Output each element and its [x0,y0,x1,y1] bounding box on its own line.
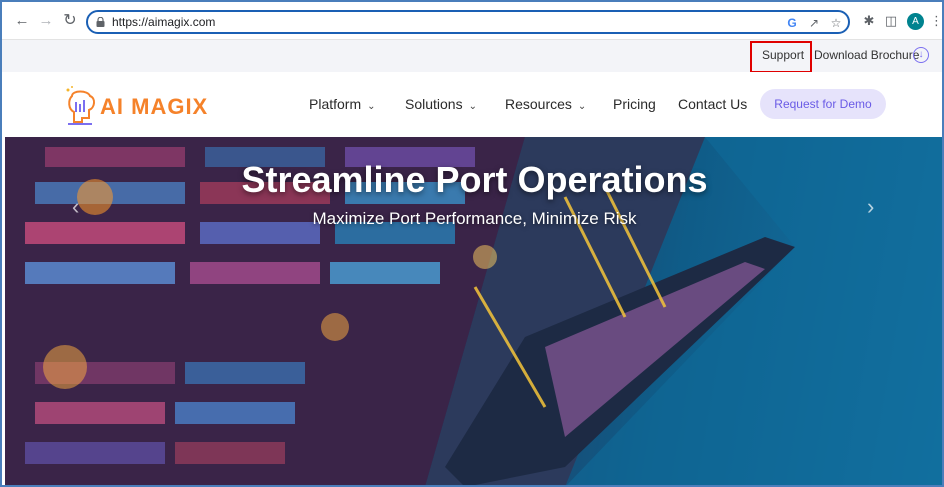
nav-label: Platform [309,96,362,112]
nav-contact-us[interactable]: Contact Us [678,96,747,112]
profile-avatar[interactable]: A [907,13,924,30]
address-bar[interactable]: https://aimagix.com G ↗ ☆ [86,10,850,34]
support-link[interactable]: Support [762,48,804,62]
carousel-prev-icon[interactable]: ‹ [72,194,79,220]
logo-text[interactable]: AI MAGIX [100,94,208,120]
brain-logo-icon[interactable] [62,84,98,126]
back-arrow-icon[interactable]: ← [12,11,32,31]
share-icon[interactable]: ↗ [806,15,822,31]
download-icon[interactable]: ↓ [913,47,929,63]
hero-title: Streamline Port Operations [241,159,708,200]
nav-platform[interactable]: Platform ⌄ [309,96,376,112]
nav-label: Pricing [613,96,656,112]
menu-icon[interactable]: ⋮ [930,12,942,30]
chevron-down-icon: ⌄ [367,101,376,112]
chevron-down-icon: ⌄ [577,101,587,112]
download-brochure-link[interactable]: Download Brochure [814,48,919,62]
lock-icon [96,17,105,27]
side-panel-icon[interactable]: ◫ [882,12,900,30]
nav-pricing[interactable]: Pricing [613,96,656,112]
chevron-down-icon: ⌄ [468,101,477,112]
browser-toolbar: ← → ↻ https://aimagix.com G ↗ ☆ ✱ ◫ A ⋮ [2,2,942,40]
nav-label: Solutions [405,96,463,112]
forward-arrow-icon[interactable]: → [36,11,56,31]
browser-window: ← → ↻ https://aimagix.com G ↗ ☆ ✱ ◫ A ⋮ … [0,0,944,487]
nav-label: Contact Us [678,96,748,112]
google-icon[interactable]: G [784,15,800,31]
extensions-icon[interactable]: ✱ [860,12,878,30]
url-text[interactable]: https://aimagix.com [112,15,215,29]
nav-solutions[interactable]: Solutions ⌄ [405,96,477,112]
nav-label: Resources [505,96,572,112]
star-icon[interactable]: ☆ [828,15,844,31]
request-demo-button[interactable]: Request for Demo [760,89,886,119]
nav-resources[interactable]: Resources ⌄ [505,96,586,112]
reload-icon[interactable]: ↻ [60,11,80,31]
carousel-next-icon[interactable]: › [867,194,874,220]
hero-subtitle: Maximize Port Performance, Minimize Risk [312,209,637,228]
